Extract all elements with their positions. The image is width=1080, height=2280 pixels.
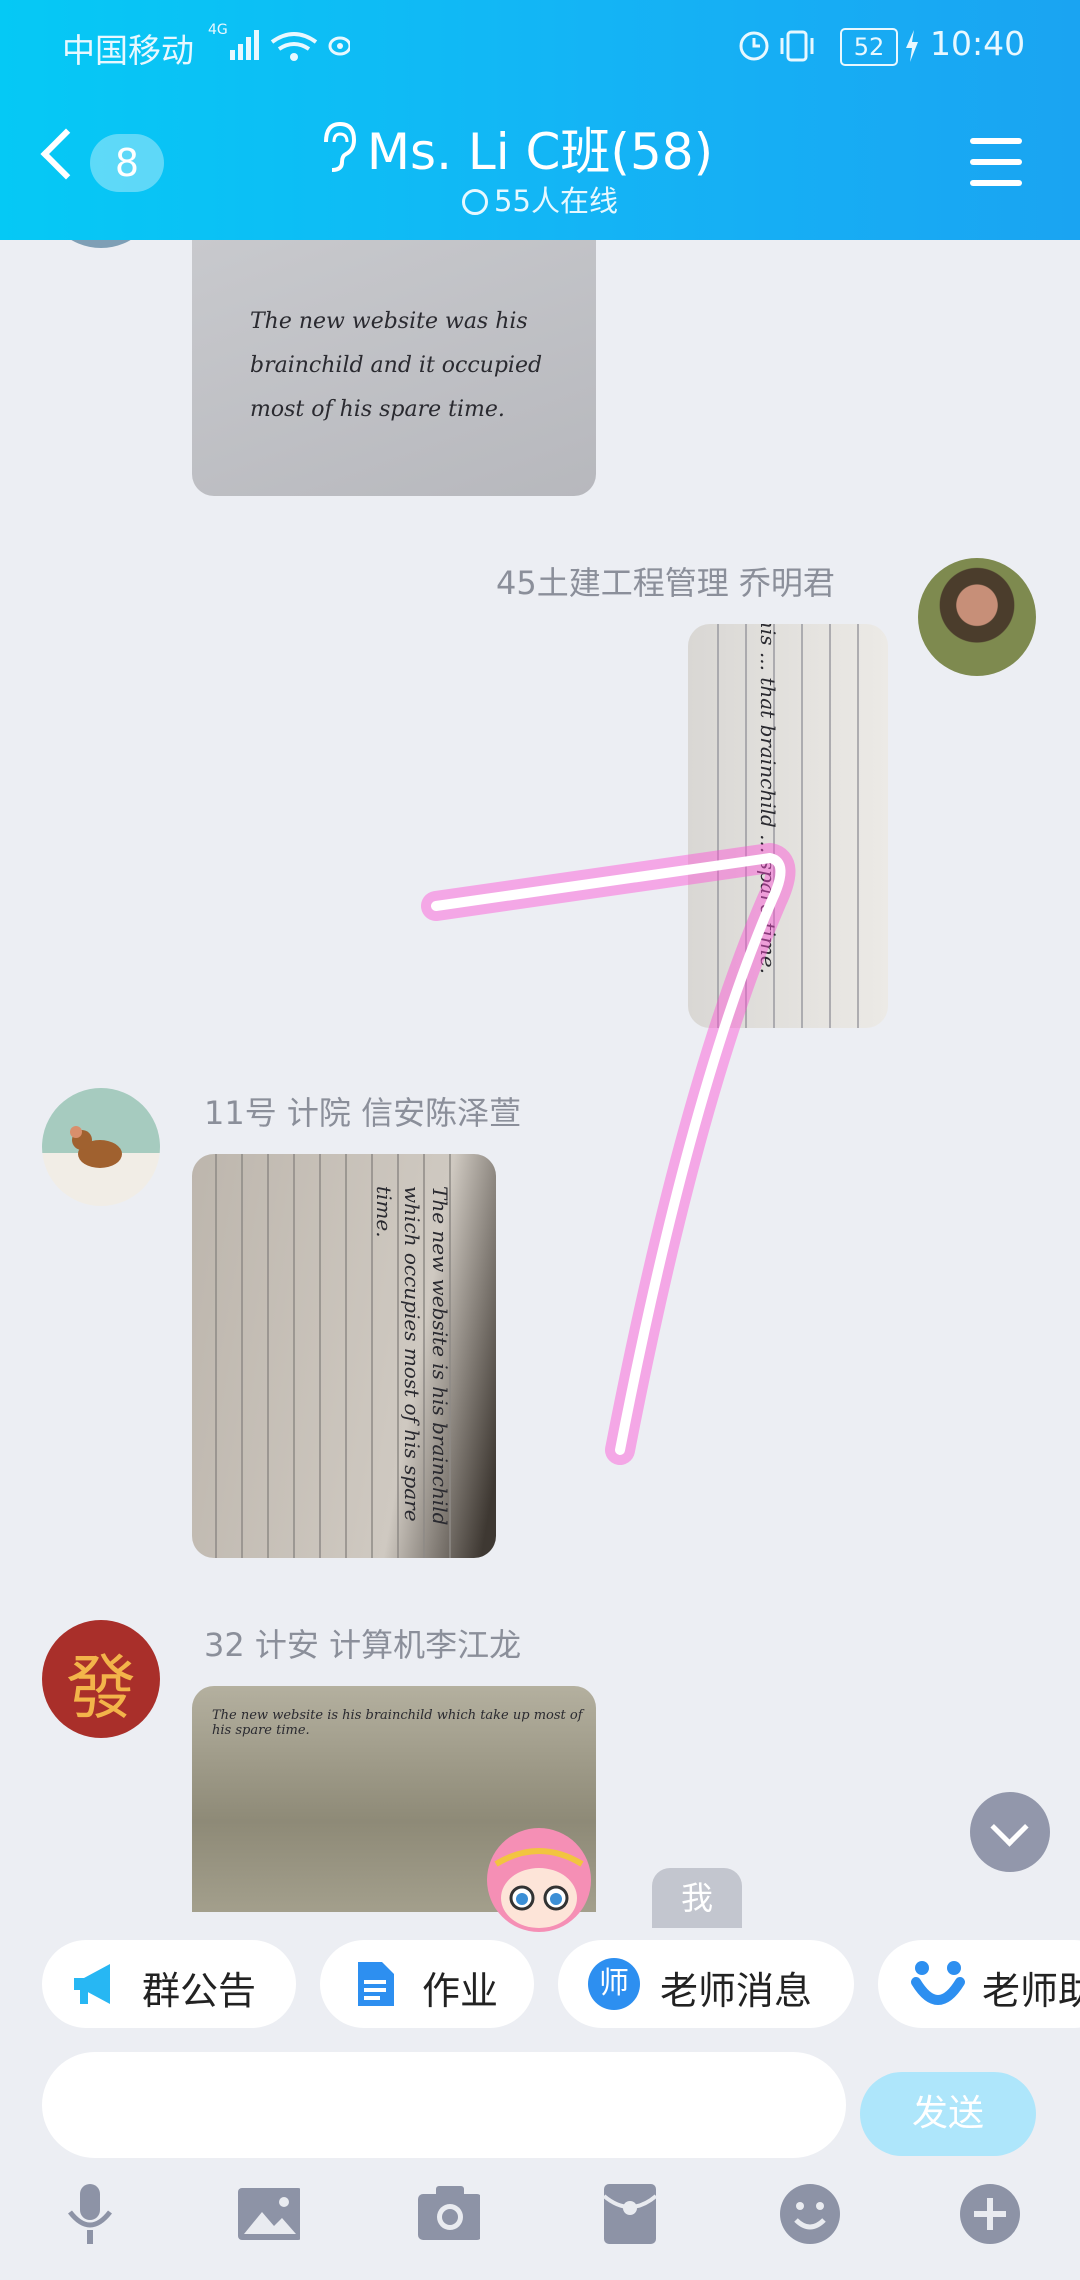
- send-button[interactable]: 发送: [860, 2072, 1036, 2156]
- scroll-down-button[interactable]: [970, 1792, 1050, 1872]
- image-icon[interactable]: [236, 2182, 300, 2246]
- red-packet-icon[interactable]: [600, 2182, 664, 2246]
- camera-icon[interactable]: [416, 2182, 480, 2246]
- chip-label: 群公告: [142, 1969, 257, 2013]
- anime-sticker[interactable]: [476, 1818, 602, 1934]
- document-icon: [358, 1962, 394, 2006]
- me-label[interactable]: 我: [652, 1868, 742, 1928]
- chevron-down-icon: [990, 1808, 1029, 1847]
- message-input[interactable]: [42, 2052, 846, 2158]
- smile-badge-icon: [911, 1961, 965, 2005]
- chip-label: 老师助: [982, 1969, 1080, 2013]
- emoji-icon[interactable]: [778, 2182, 842, 2246]
- chip-label: 作业: [422, 1969, 499, 2013]
- plus-icon[interactable]: [958, 2182, 1022, 2246]
- chip-homework[interactable]: 作业: [320, 1940, 534, 2028]
- anime-girl-icon: [487, 1828, 591, 1932]
- chip-teacher-messages[interactable]: 师 老师消息: [558, 1940, 854, 2028]
- gesture-trail: [421, 843, 796, 1465]
- chip-teacher-helper[interactable]: 老师助: [878, 1940, 1080, 2028]
- chip-announcement[interactable]: 群公告: [42, 1940, 296, 2028]
- chip-label: 老师消息: [660, 1969, 813, 2013]
- teacher-icon: 师: [588, 1958, 640, 2010]
- megaphone-icon: [74, 1964, 110, 2004]
- microphone-icon[interactable]: [58, 2182, 122, 2246]
